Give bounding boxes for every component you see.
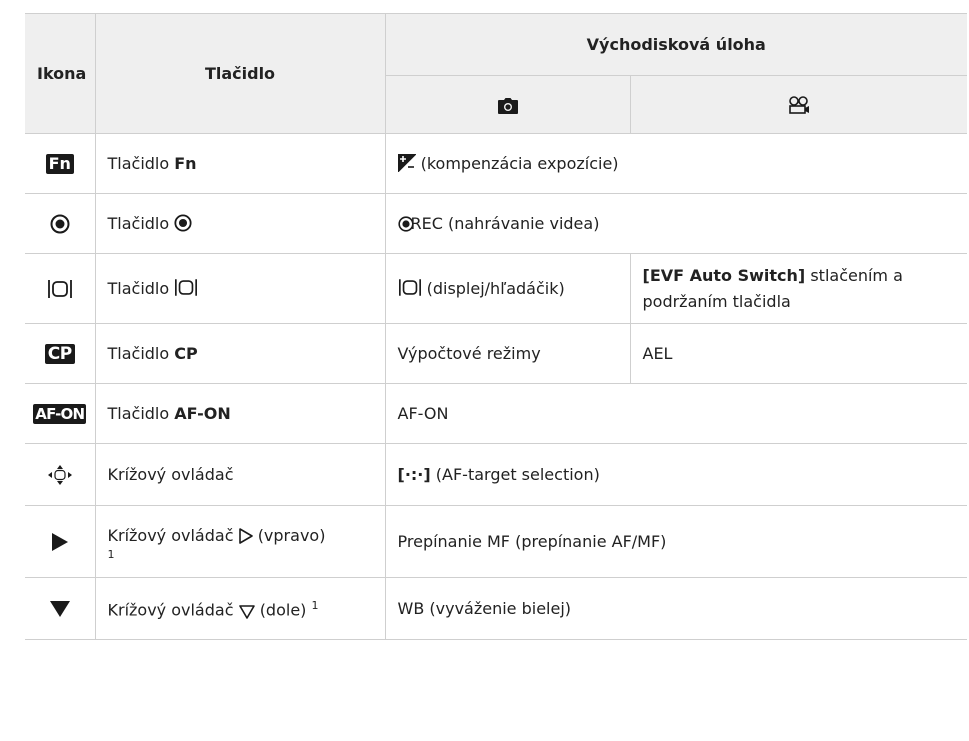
table-row: Krížový ovládač (vpravo) 1 Prepínanie MF… xyxy=(25,505,968,578)
row-icon-cell: AF-ON xyxy=(25,383,96,444)
row-icon-cell xyxy=(25,443,96,506)
display-switch-icon xyxy=(47,280,72,298)
af-target-icon: [·:·] xyxy=(397,464,431,484)
default-cell: (kompenzácia expozície) xyxy=(384,133,968,194)
table-row: Krížový ovládač (dole) 1 WB (vyváženie b… xyxy=(25,577,968,640)
movie-default-cell: [EVF Auto Switch] stlačením a podržaním … xyxy=(629,253,968,324)
default-cell: WB (vyváženie bielej) xyxy=(384,577,968,640)
button-label: Krížový ovládač xyxy=(107,600,234,620)
table-row: CP Tlačidlo CP Výpočtové režimy AEL xyxy=(25,323,968,384)
table-row: AF-ON Tlačidlo AF-ON AF-ON xyxy=(25,383,968,444)
default-function: (kompenzácia expozície) xyxy=(420,153,619,173)
button-cell: Tlačidlo xyxy=(94,253,386,324)
button-label: Tlačidlo xyxy=(107,153,170,173)
button-cell: Krížový ovládač (vpravo) 1 xyxy=(94,505,386,578)
button-label: Tlačidlo xyxy=(107,343,170,363)
row-icon-cell xyxy=(25,193,96,254)
fn-button-icon: Fn xyxy=(45,153,74,174)
button-name: AF-ON xyxy=(174,403,231,423)
record-button-icon xyxy=(50,214,70,234)
table-row: Tlačidlo REC (nahrávanie videa) xyxy=(25,193,968,254)
photo-default-cell: (displej/hľadáčik) xyxy=(384,253,631,324)
right-outline-arrow-icon xyxy=(238,527,253,544)
cp-button-icon: CP xyxy=(44,343,75,364)
af-on-button-icon: AF-ON xyxy=(33,403,87,424)
row-icon-cell: CP xyxy=(25,323,96,384)
exposure-compensation-icon xyxy=(397,153,416,172)
button-cell: Krížový ovládač xyxy=(94,443,386,506)
default-cell: Prepínanie MF (prepínanie AF/MF) xyxy=(384,505,968,578)
button-label: Krížový ovládač xyxy=(107,525,234,545)
table-row: Tlačidlo (displej/hľadáčik) [EVF Auto Sw… xyxy=(25,253,968,324)
display-switch-icon xyxy=(398,278,421,296)
header-photo-col xyxy=(385,75,631,134)
default-function: REC (nahrávanie videa) xyxy=(410,213,600,233)
row-icon-cell xyxy=(25,253,96,324)
default-cell: AF-ON xyxy=(384,383,968,444)
movie-camera-icon xyxy=(788,96,809,115)
row-icon-cell xyxy=(25,505,96,578)
menu-item-name: [EVF Auto Switch] xyxy=(642,265,806,285)
table-row: Krížový ovládač [·:·] (AF-target selecti… xyxy=(25,443,968,506)
down-outline-arrow-icon xyxy=(238,604,255,619)
right-arrow-icon xyxy=(51,533,68,551)
display-switch-icon xyxy=(175,278,198,296)
footnote-marker: 1 xyxy=(107,547,115,561)
row-icon-cell xyxy=(25,577,96,640)
button-cell: Tlačidlo AF-ON xyxy=(94,383,386,444)
button-cell: Krížový ovládač (dole) 1 xyxy=(94,577,386,640)
photo-default-cell: Výpočtové režimy xyxy=(384,323,631,384)
multi-selector-icon xyxy=(47,465,72,485)
footnote-marker: 1 xyxy=(311,599,319,613)
button-name: Fn xyxy=(174,153,197,173)
button-name: CP xyxy=(174,343,198,363)
default-cell: REC (nahrávanie videa) xyxy=(384,193,968,254)
default-function: (AF-target selection) xyxy=(435,464,600,484)
header-button: Tlačidlo xyxy=(94,13,386,134)
table-row: Fn Tlačidlo Fn (kompenzácia expozície) xyxy=(25,133,968,194)
header-icon: Ikona xyxy=(25,13,96,134)
default-cell: [·:·] (AF-target selection) xyxy=(384,443,968,506)
button-label: Tlačidlo xyxy=(107,278,170,298)
camera-icon xyxy=(497,97,518,114)
photo-function: (displej/hľadáčik) xyxy=(426,278,565,298)
movie-default-cell: AEL xyxy=(629,323,968,384)
record-icon xyxy=(174,213,192,232)
row-icon-cell: Fn xyxy=(25,133,96,194)
button-cell: Tlačidlo Fn xyxy=(94,133,386,194)
button-label: Tlačidlo xyxy=(107,213,170,233)
button-cell: Tlačidlo CP xyxy=(94,323,386,384)
button-function-table: Ikona Tlačidlo Východisková úloha Fn Tla… xyxy=(25,13,968,640)
direction-label: (vpravo) xyxy=(257,525,326,545)
header-default-role: Východisková úloha xyxy=(384,13,968,76)
down-arrow-icon xyxy=(49,601,70,617)
direction-label: (dole) xyxy=(259,600,307,620)
button-label: Tlačidlo xyxy=(107,403,170,423)
header-movie-col xyxy=(629,75,968,134)
button-cell: Tlačidlo xyxy=(94,193,386,254)
